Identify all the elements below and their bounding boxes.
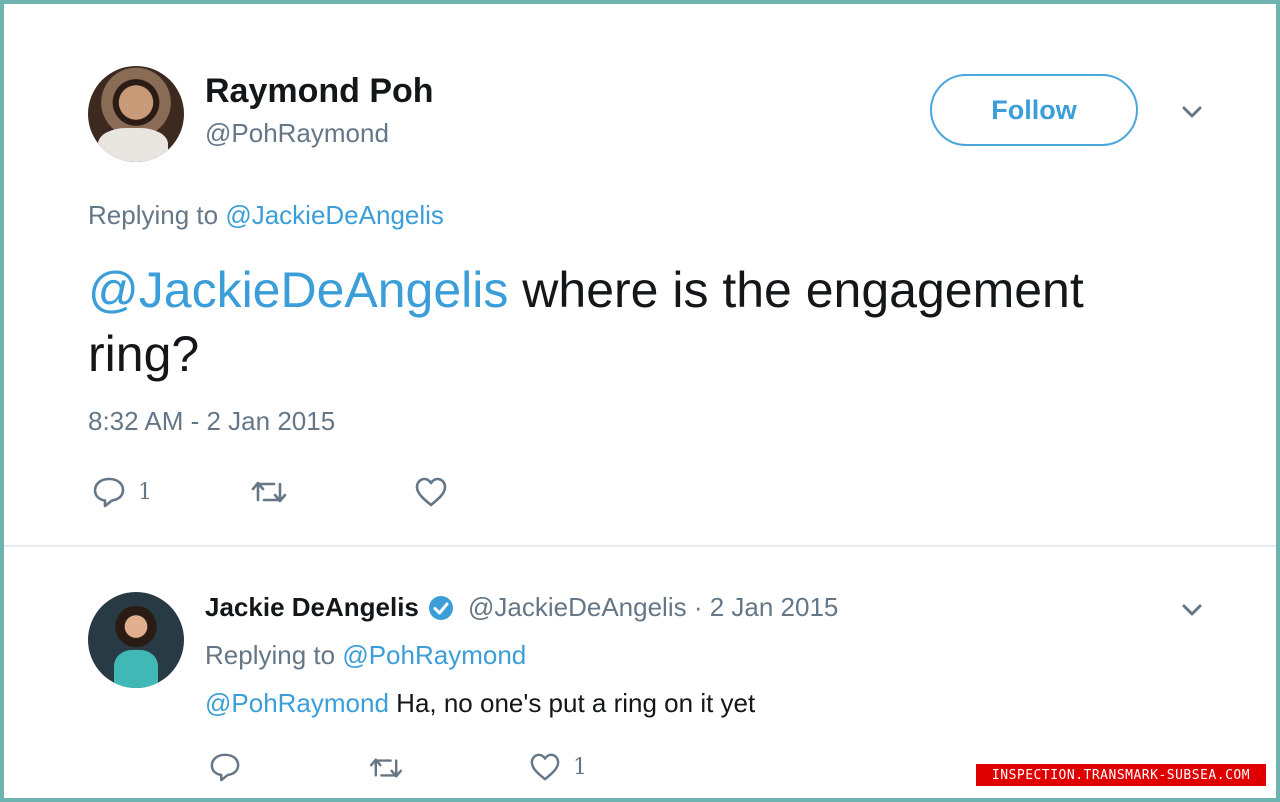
retweet-action[interactable] [250,478,300,506]
author-name[interactable]: Raymond Poh [205,72,434,111]
watermark-banner: INSPECTION.TRANSMARK-SUBSEA.COM [976,764,1266,786]
heart-icon [415,477,447,507]
reply-like-count: 1 [573,754,587,780]
reply-icon [93,477,125,508]
author-handle[interactable]: @PohRaymond [205,118,389,149]
follow-button[interactable]: Follow [930,74,1138,146]
reply-author-name[interactable]: Jackie DeAngelis [205,592,419,623]
replying-to: Replying to @JackieDeAngelis [88,200,444,231]
reply-action[interactable]: 1 [92,476,152,508]
reply-author[interactable]: Jackie DeAngelis [205,592,455,623]
heart-icon [530,753,560,781]
main-tweet: Raymond Poh @PohRaymond Follow Replying … [0,0,1280,545]
replying-to-link[interactable]: @JackieDeAngelis [225,200,444,230]
divider [4,545,1276,547]
avatar[interactable] [88,66,184,162]
reply-text: @PohRaymond Ha, no one's put a ring on i… [205,688,755,719]
reply-meta[interactable]: @JackieDeAngelis · 2 Jan 2015 [468,592,838,623]
like-action[interactable] [414,476,460,508]
reply-replying-prefix: Replying to [205,640,336,670]
tweet-text: @JackieDeAngelis where is the engagement… [88,258,1208,386]
verified-badge-icon [428,595,453,620]
reply-replying-to-link[interactable]: @PohRaymond [342,640,526,670]
chevron-down-icon[interactable] [1178,98,1206,126]
reply-replying-to: Replying to @PohRaymond [205,640,526,671]
reply-avatar[interactable] [88,592,184,688]
retweet-icon [369,758,403,778]
reply-reply-action[interactable] [209,752,253,782]
tweet-mention-link[interactable]: @JackieDeAngelis [88,262,508,318]
avatar-dress [114,650,158,688]
reply-retweet-action[interactable] [368,755,416,781]
reply-mention-link[interactable]: @PohRaymond [205,688,389,718]
reply-count: 1 [138,479,152,505]
reply-icon [210,753,240,782]
replying-prefix: Replying to [88,200,219,230]
reply-body: Ha, no one's put a ring on it yet [388,688,756,718]
reply-like-action[interactable]: 1 [529,752,587,782]
retweet-icon [251,481,287,503]
avatar-shirt [98,128,168,162]
tweet-timestamp[interactable]: 8:32 AM - 2 Jan 2015 [88,406,335,437]
chevron-down-icon[interactable] [1178,596,1206,624]
